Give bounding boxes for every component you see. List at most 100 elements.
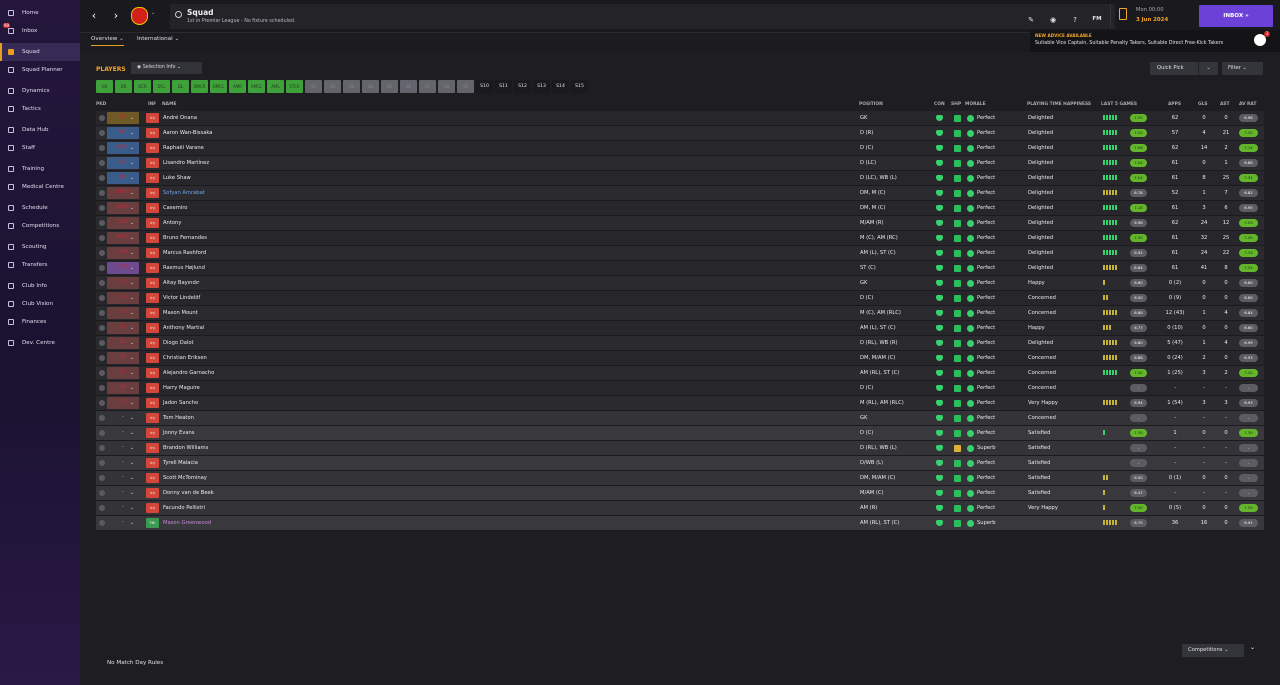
player-name[interactable]: Sofyan Amrabat — [163, 186, 205, 200]
table-row[interactable]: AMR ⌄ Inj Antony M/AM (R) Perfect Delighted 6.9… — [96, 216, 1264, 231]
picked-indicator[interactable] — [99, 400, 105, 406]
picked-indicator[interactable] — [99, 115, 105, 121]
table-row[interactable]: DL ⌄ Inj Luke Shaw D (LC), WB (L) Perfect Deli… — [96, 171, 1264, 186]
table-row[interactable]: AMCL ⌄ Inj Bruno Fernandes M (C), AM (RC) Per… — [96, 231, 1264, 246]
inbox-continue-button[interactable]: INBOX » — [1199, 5, 1273, 27]
selection-slot-gk[interactable]: GK — [96, 80, 113, 93]
club-icon[interactable]: ◉ — [1048, 16, 1058, 24]
sidebar-item-squad[interactable]: Squad — [0, 43, 80, 61]
table-row[interactable]: - ⌄ Yth Mason Greenwood AM (RL), ST (C) Super… — [96, 516, 1264, 531]
chevron-down-icon[interactable]: ⌄ — [130, 336, 134, 350]
col-inf[interactable]: INF — [148, 102, 156, 107]
chevron-down-icon[interactable]: ⌄ — [130, 216, 134, 230]
selection-slot-s5[interactable]: S5 — [381, 80, 398, 93]
selection-slot-dcr[interactable]: DCR — [134, 80, 151, 93]
col-pkd[interactable]: PKD — [96, 102, 106, 107]
back-button[interactable]: ‹ — [86, 8, 102, 24]
table-row[interactable]: - ⌄ Inj Facundo Pellistri AM (R) Perfect Very … — [96, 501, 1264, 516]
player-name[interactable]: André Onana — [163, 111, 197, 125]
selection-slot-s1[interactable]: S1 — [305, 80, 322, 93]
chevron-down-icon[interactable]: ⌄ — [130, 306, 134, 320]
col-position[interactable]: POSITION — [859, 102, 883, 107]
sidebar-item-club-vision[interactable]: Club Vision — [0, 295, 80, 313]
selection-slot-s12[interactable]: S12 — [514, 80, 531, 93]
date-display[interactable]: Mon 00:00 3 Jun 2024 — [1110, 4, 1170, 28]
selection-slot-dcl[interactable]: DCL — [153, 80, 170, 93]
player-name[interactable]: Antony — [163, 216, 181, 230]
player-name[interactable]: Anthony Martial — [163, 321, 204, 335]
chevron-down-icon[interactable]: ⌄ — [130, 171, 134, 185]
picked-indicator[interactable] — [99, 235, 105, 241]
col-apps[interactable]: APPS — [1168, 102, 1181, 107]
player-name[interactable]: Alejandro Garnacho — [163, 366, 214, 380]
picked-indicator[interactable] — [99, 205, 105, 211]
sidebar-item-scouting[interactable]: Scouting — [0, 238, 80, 256]
sidebar-item-data-hub[interactable]: Data Hub — [0, 121, 80, 139]
picked-indicator[interactable] — [99, 310, 105, 316]
selection-slot-s3[interactable]: S3 — [343, 80, 360, 93]
picked-indicator[interactable] — [99, 355, 105, 361]
chevron-down-icon[interactable]: ⌄ — [130, 366, 134, 380]
sidebar-item-medical-centre[interactable]: Medical Centre — [0, 178, 80, 196]
selection-slot-s9[interactable]: S9 — [457, 80, 474, 93]
picked-indicator[interactable] — [99, 160, 105, 166]
player-name[interactable]: Donny van de Beek — [163, 486, 214, 500]
player-name[interactable]: Harry Maguire — [163, 381, 200, 395]
sidebar-item-transfers[interactable]: Transfers — [0, 256, 80, 274]
picked-indicator[interactable] — [99, 415, 105, 421]
table-row[interactable]: DMCL ⌄ Inj Casemiro DM, M (C) Perfect Delighte… — [96, 201, 1264, 216]
edit-icon[interactable]: ✎ — [1026, 16, 1036, 24]
player-name[interactable]: Christian Eriksen — [163, 351, 207, 365]
table-row[interactable]: AML ⌄ Inj Marcus Rashford AM (L), ST (C) Perf… — [96, 246, 1264, 261]
fm-menu-icon[interactable]: FM — [1092, 16, 1102, 22]
picked-indicator[interactable] — [99, 385, 105, 391]
col-ast[interactable]: AST — [1220, 102, 1230, 107]
col-con[interactable]: CON — [934, 102, 945, 107]
chevron-down-icon[interactable]: ⌄ — [130, 201, 134, 215]
player-name[interactable]: Mason Mount — [163, 306, 198, 320]
table-row[interactable]: GK ⌄ Inj André Onana GK Perfect Delighted 7.25 6… — [96, 111, 1264, 126]
picked-indicator[interactable] — [99, 460, 105, 466]
table-row[interactable]: DCR ⌄ Inj Raphaël Varane D (C) Perfect Delight… — [96, 141, 1264, 156]
col-last-5-games[interactable]: LAST 5 GAMES — [1101, 102, 1137, 107]
chevron-down-icon[interactable]: ⌄ — [130, 411, 134, 425]
selection-slot-amcl[interactable]: AMCL — [248, 80, 265, 93]
picked-indicator[interactable] — [99, 190, 105, 196]
player-name[interactable]: Facundo Pellistri — [163, 501, 205, 515]
sidebar-item-squad-planner[interactable]: Squad Planner — [0, 61, 80, 79]
sidebar-item-inbox[interactable]: Inbox 99 — [0, 22, 80, 40]
table-row[interactable]: - ⌄ Inj Tom Heaton GK Perfect Concerned - - - - - — [96, 411, 1264, 426]
chevron-down-icon[interactable]: ⌄ — [130, 126, 134, 140]
selection-slot-stcr[interactable]: STCR — [286, 80, 303, 93]
picked-indicator[interactable] — [99, 295, 105, 301]
picked-indicator[interactable] — [99, 130, 105, 136]
collapse-icon[interactable]: ⌄ — [1250, 644, 1255, 651]
col-shp[interactable]: SHP — [951, 102, 961, 107]
selection-slot-s14[interactable]: S14 — [552, 80, 569, 93]
chevron-down-icon[interactable]: ⌄ — [130, 471, 134, 485]
chevron-down-icon[interactable]: ⌄ — [130, 396, 134, 410]
chevron-down-icon[interactable]: ⌄ — [130, 351, 134, 365]
table-row[interactable]: S2 ⌄ Inj Victor Lindelöf D (C) Perfect Concern… — [96, 291, 1264, 306]
selection-slot-dl[interactable]: DL — [172, 80, 189, 93]
table-row[interactable]: S3 ⌄ Inj Mason Mount M (C), AM (RLC) Perfect C… — [96, 306, 1264, 321]
col-gls[interactable]: GLS — [1198, 102, 1208, 107]
sidebar-item-competitions[interactable]: Competitions — [0, 217, 80, 235]
chevron-down-icon[interactable]: ⌄ — [130, 276, 134, 290]
sidebar-item-staff[interactable]: Staff — [0, 139, 80, 157]
selection-slot-aml[interactable]: AML — [267, 80, 284, 93]
selection-slot-s15[interactable]: S15 — [571, 80, 588, 93]
table-row[interactable]: S8 ⌄ Inj Harry Maguire D (C) Perfect Concerned… — [96, 381, 1264, 396]
picked-indicator[interactable] — [99, 490, 105, 496]
picked-indicator[interactable] — [99, 445, 105, 451]
table-row[interactable]: - ⌄ Inj Donny van de Beek M/AM (C) Perfect Sat… — [96, 486, 1264, 501]
player-name[interactable]: Lisandro Martínez — [163, 156, 209, 170]
selection-slot-s8[interactable]: S8 — [438, 80, 455, 93]
player-name[interactable]: Raphaël Varane — [163, 141, 204, 155]
chevron-down-icon[interactable]: ⌄ — [130, 441, 134, 455]
chevron-down-icon[interactable]: ⌄ — [130, 231, 134, 245]
table-row[interactable]: S9 ⌄ Inj Jadon Sancho M (RL), AM (RLC) Perfec… — [96, 396, 1264, 411]
table-row[interactable]: S4 ⌄ Inj Anthony Martial AM (L), ST (C) Perfe… — [96, 321, 1264, 336]
col-playing-time[interactable]: PLAYING TIME HAPPINESS — [1027, 102, 1091, 107]
picked-indicator[interactable] — [99, 265, 105, 271]
